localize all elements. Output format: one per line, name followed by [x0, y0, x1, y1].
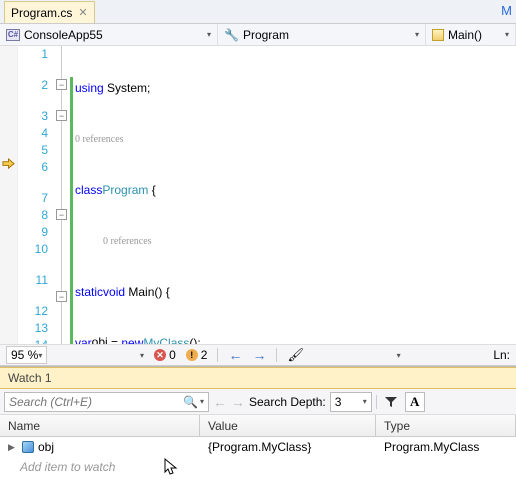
class-label: Program	[243, 28, 289, 42]
code-editor[interactable]: 1 2 3456 78910 11 121314 − − − − using S…	[0, 46, 516, 344]
chevron-down-icon: ▾	[207, 30, 211, 39]
watch-body[interactable]: ▶ obj {Program.MyClass} Program.MyClass …	[0, 437, 516, 502]
warning-count[interactable]: ! 2	[186, 348, 208, 362]
add-placeholder: Add item to watch	[0, 460, 115, 474]
chevron-down-icon: ▾	[38, 351, 42, 360]
depth-dropdown[interactable]: 3 ▾	[330, 392, 372, 412]
change-margin	[70, 46, 75, 344]
close-icon[interactable]: ✕	[78, 6, 87, 19]
highlight-button[interactable]: A	[405, 392, 425, 412]
nav-forward-button[interactable]: →	[252, 347, 266, 363]
scope-label: ConsoleApp55	[24, 28, 103, 42]
document-tab[interactable]: Program.cs ✕	[4, 1, 95, 23]
watch-search-input[interactable]: 🔍 ▾	[4, 392, 209, 412]
filter-button[interactable]	[381, 392, 401, 412]
document-tab-strip: Program.cs ✕ M	[0, 0, 516, 24]
nav-back-button[interactable]: ←	[228, 347, 242, 363]
chevron-down-icon: ▾	[363, 397, 367, 406]
search-icon[interactable]: 🔍	[183, 395, 198, 409]
expand-icon[interactable]: ▶	[8, 442, 18, 453]
chevron-down-icon[interactable]: ▾	[397, 351, 401, 360]
search-next-button[interactable]: →	[231, 394, 245, 410]
tab-title: Program.cs	[11, 6, 72, 20]
method-icon	[432, 29, 444, 41]
chevron-down-icon[interactable]: ▾	[140, 351, 144, 360]
watch-add-row[interactable]: Add item to watch	[0, 457, 516, 477]
depth-label: Search Depth:	[249, 395, 326, 409]
chevron-down-icon: ▾	[415, 30, 419, 39]
warning-icon: !	[186, 349, 198, 361]
watch-title[interactable]: Watch 1	[0, 367, 516, 389]
codelens[interactable]: 0 references	[75, 131, 516, 148]
member-dropdown[interactable]: Main() ▾	[426, 24, 516, 45]
class-icon: 🔧	[224, 28, 239, 42]
margin-indicator: M	[501, 3, 512, 18]
fold-toggle-icon[interactable]: −	[56, 110, 67, 121]
outline-margin[interactable]: − − − −	[54, 46, 70, 344]
member-label: Main()	[448, 28, 482, 42]
line-numbers: 1 2 3456 78910 11 121314	[18, 46, 54, 344]
watch-type: Program.MyClass	[376, 440, 516, 454]
class-dropdown[interactable]: 🔧 Program ▾	[218, 24, 426, 45]
navigation-bar: C# ConsoleApp55 ▾ 🔧 Program ▾ Main() ▾	[0, 24, 516, 46]
fold-toggle-icon[interactable]: −	[56, 209, 67, 220]
cursor-icon	[163, 457, 179, 477]
fold-toggle-icon[interactable]: −	[56, 291, 67, 302]
watch-panel: Watch 1 🔍 ▾ ← → Search Depth: 3 ▾ A Name…	[0, 366, 516, 502]
code-text[interactable]: using System; 0 references class Program…	[75, 46, 516, 344]
error-count[interactable]: ✕ 0	[154, 348, 176, 362]
current-statement-arrow-icon	[2, 158, 15, 170]
glyph-margin[interactable]	[0, 46, 18, 344]
col-name[interactable]: Name	[0, 415, 200, 436]
zoom-dropdown[interactable]: 95 % ▾	[6, 346, 47, 364]
search-prev-button[interactable]: ←	[213, 394, 227, 410]
watch-name: obj	[38, 440, 54, 454]
csharp-project-icon: C#	[6, 29, 20, 41]
watch-value: {Program.MyClass}	[200, 440, 376, 454]
fold-toggle-icon[interactable]: −	[56, 79, 67, 90]
watch-toolbar: 🔍 ▾ ← → Search Depth: 3 ▾ A	[0, 389, 516, 415]
chevron-down-icon[interactable]: ▾	[200, 397, 204, 406]
col-type[interactable]: Type	[376, 415, 516, 436]
watch-row[interactable]: ▶ obj {Program.MyClass} Program.MyClass	[0, 437, 516, 457]
chevron-down-icon: ▾	[505, 30, 509, 39]
object-icon	[22, 441, 34, 453]
error-icon: ✕	[154, 349, 166, 361]
scope-dropdown[interactable]: C# ConsoleApp55 ▾	[0, 24, 218, 45]
editor-status-bar: 95 % ▾ ▾ ✕ 0 ! 2 ← → 🖌 ▾ Ln:	[0, 344, 516, 366]
watch-columns-header: Name Value Type	[0, 415, 516, 437]
codelens[interactable]: 0 references	[75, 233, 516, 250]
search-field[interactable]	[9, 395, 159, 409]
brush-icon[interactable]: 🖌	[287, 347, 304, 363]
col-value[interactable]: Value	[200, 415, 376, 436]
line-label: Ln:	[493, 348, 510, 362]
